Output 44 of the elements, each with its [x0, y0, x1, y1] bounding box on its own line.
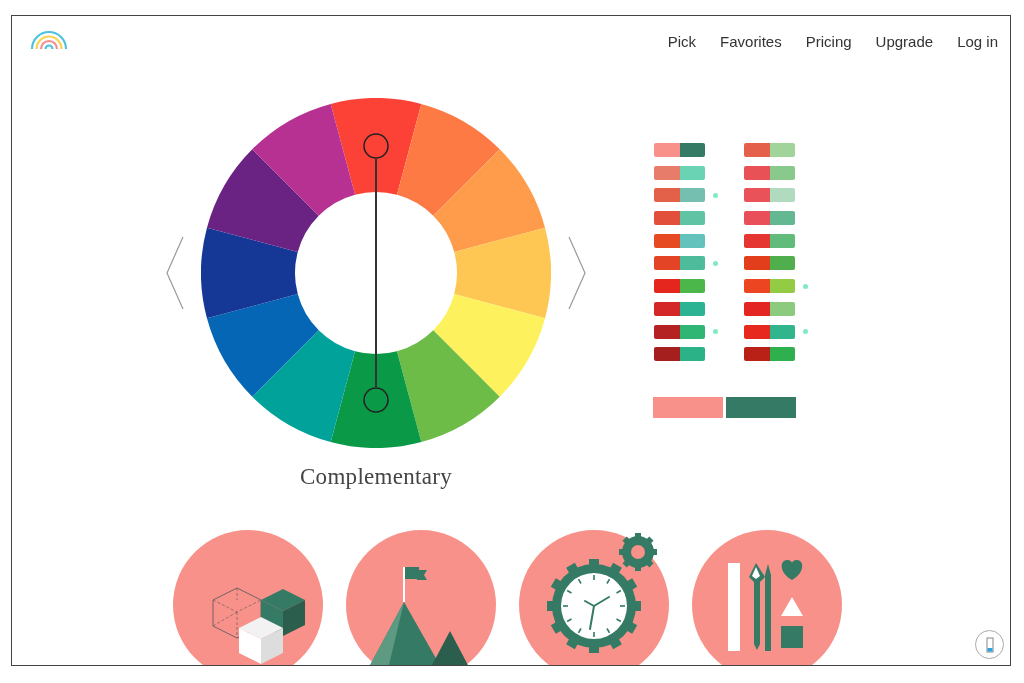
- wheel-segment[interactable]: [206, 149, 319, 253]
- nav-link[interactable]: Pick: [667, 32, 697, 50]
- nav-link[interactable]: Pricing: [805, 32, 852, 50]
- color-pair-swatch[interactable]: [654, 233, 705, 248]
- color-pair-swatch[interactable]: [654, 301, 705, 316]
- wheel-segment[interactable]: [330, 98, 422, 195]
- wheel-segment[interactable]: [330, 351, 422, 448]
- wheel-segment[interactable]: [206, 293, 319, 397]
- color-pair-swatch[interactable]: [744, 211, 795, 226]
- clock-drawing[interactable]: [519, 530, 669, 665]
- color-pair-swatch[interactable]: [744, 301, 795, 316]
- handle-knob[interactable]: [363, 387, 389, 413]
- color-pair-swatch[interactable]: [654, 347, 705, 362]
- color-pair-swatch[interactable]: [654, 211, 705, 226]
- color-pair-swatch[interactable]: [654, 324, 705, 339]
- color-pair-swatch[interactable]: [744, 324, 795, 339]
- color-pair-swatch[interactable]: [744, 143, 795, 157]
- wheel-segment[interactable]: [252, 103, 356, 216]
- color-block[interactable]: [653, 397, 723, 419]
- color-block[interactable]: [726, 397, 796, 419]
- wheel-segment[interactable]: [252, 330, 356, 443]
- color-pair-swatch[interactable]: [654, 256, 705, 271]
- color-pair-swatch[interactable]: [744, 256, 795, 271]
- color-pair-swatch[interactable]: [654, 165, 705, 180]
- tools-drawing[interactable]: [692, 530, 842, 665]
- mobile-view-button[interactable]: [975, 630, 1004, 659]
- color-pair-swatch[interactable]: [744, 165, 795, 180]
- harmony-mode-label: Complementary: [299, 464, 453, 490]
- color-pair-swatch[interactable]: [744, 279, 795, 294]
- cubes-drawing[interactable]: [173, 530, 323, 665]
- color-pair-swatch[interactable]: [744, 188, 795, 203]
- rainbow-logo[interactable]: [29, 28, 69, 50]
- nav-link[interactable]: Upgrade: [875, 32, 934, 50]
- handle-knob[interactable]: [363, 133, 389, 159]
- mountain-drawing[interactable]: [346, 530, 496, 665]
- color-pair-swatch[interactable]: [744, 347, 795, 362]
- phone-icon: [985, 636, 994, 653]
- color-pair-swatch[interactable]: [654, 188, 705, 203]
- wheel-segment[interactable]: [201, 227, 298, 319]
- color-pair-swatch[interactable]: [654, 143, 705, 157]
- color-pair-swatch[interactable]: [654, 279, 705, 294]
- color-pair-swatch[interactable]: [744, 233, 795, 248]
- nav-link[interactable]: Favorites: [720, 32, 782, 50]
- nav-link[interactable]: Log in: [957, 32, 998, 50]
